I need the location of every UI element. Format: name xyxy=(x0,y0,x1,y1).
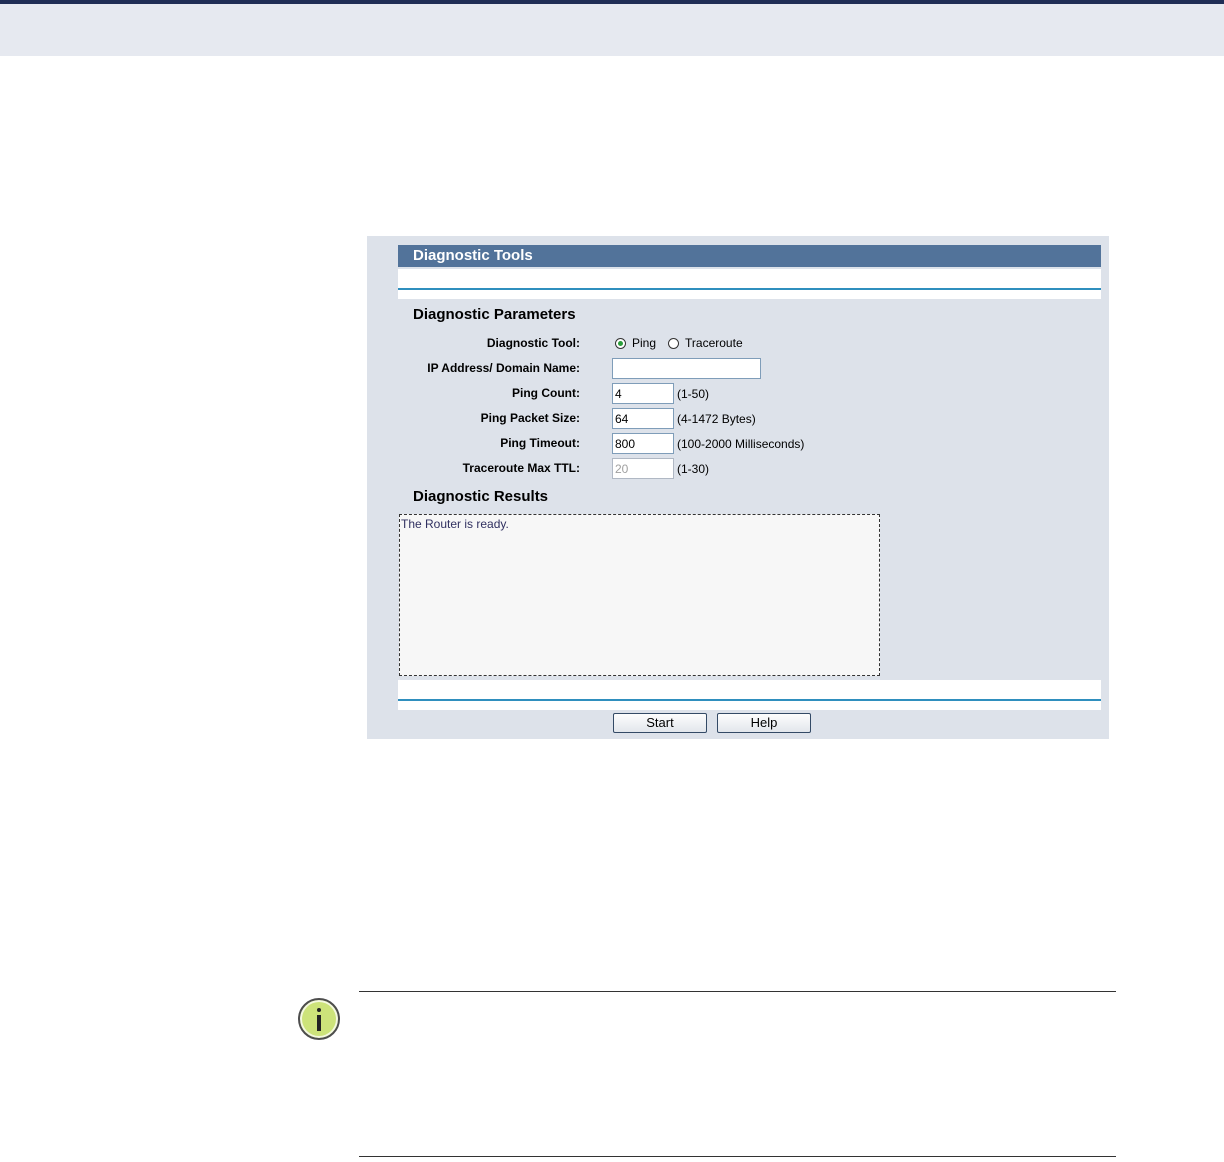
radio-traceroute-label[interactable]: Traceroute xyxy=(685,336,743,350)
note-top-rule xyxy=(359,991,1116,992)
bottom-divider-line xyxy=(398,699,1101,701)
info-icon-bar xyxy=(317,1015,321,1031)
info-icon xyxy=(298,998,340,1040)
ping-packet-size-label: Ping Packet Size: xyxy=(480,411,580,425)
ping-packet-size-row: Ping Packet Size: (4-1472 Bytes) xyxy=(367,408,1109,430)
ping-timeout-input[interactable] xyxy=(612,433,674,454)
help-button[interactable]: Help xyxy=(717,713,811,733)
ping-timeout-row: Ping Timeout: (100-2000 Milliseconds) xyxy=(367,433,1109,455)
ping-packet-size-hint: (4-1472 Bytes) xyxy=(677,412,756,426)
ping-count-hint: (1-50) xyxy=(677,387,710,401)
results-heading: Diagnostic Results xyxy=(413,488,549,505)
radio-ping-label[interactable]: Ping xyxy=(632,336,656,350)
ip-address-input[interactable] xyxy=(612,358,761,379)
traceroute-max-ttl-row: Traceroute Max TTL: (1-30) xyxy=(367,458,1109,480)
traceroute-max-ttl-input xyxy=(612,458,674,479)
ping-count-row: Ping Count: (1-50) xyxy=(367,383,1109,405)
parameters-heading: Diagnostic Parameters xyxy=(413,306,576,323)
note-bottom-rule xyxy=(359,1156,1116,1157)
diagnostic-results-box[interactable]: The Router is ready. xyxy=(399,514,880,676)
ip-address-label: IP Address/ Domain Name: xyxy=(427,361,580,375)
header-band xyxy=(0,4,1224,56)
diagnostic-tool-label: Diagnostic Tool: xyxy=(486,336,580,350)
start-button[interactable]: Start xyxy=(613,713,707,733)
traceroute-max-ttl-hint: (1-30) xyxy=(677,462,710,476)
ping-timeout-label: Ping Timeout: xyxy=(500,436,580,450)
ping-timeout-hint: (100-2000 Milliseconds) xyxy=(677,437,805,451)
diagnostic-tools-panel: Diagnostic Tools Diagnostic Parameters D… xyxy=(367,236,1109,739)
page-title: Diagnostic Tools xyxy=(398,245,1101,267)
ip-address-row: IP Address/ Domain Name: xyxy=(367,358,1109,380)
ping-count-label: Ping Count: xyxy=(512,386,580,400)
ping-packet-size-input[interactable] xyxy=(612,408,674,429)
top-divider-line xyxy=(398,288,1101,290)
results-text: The Router is ready. xyxy=(401,517,509,531)
diagnostic-tool-radio-group: Ping Traceroute xyxy=(615,336,755,350)
traceroute-max-ttl-label: Traceroute Max TTL: xyxy=(462,461,580,475)
bottom-divider-strip xyxy=(398,680,1101,710)
radio-ping[interactable] xyxy=(615,337,626,349)
ping-count-input[interactable] xyxy=(612,383,674,404)
info-icon-dot xyxy=(317,1008,321,1012)
top-divider-strip xyxy=(398,269,1101,299)
diagnostic-tool-row: Diagnostic Tool: Ping Traceroute xyxy=(367,333,1109,355)
radio-traceroute[interactable] xyxy=(668,337,680,349)
